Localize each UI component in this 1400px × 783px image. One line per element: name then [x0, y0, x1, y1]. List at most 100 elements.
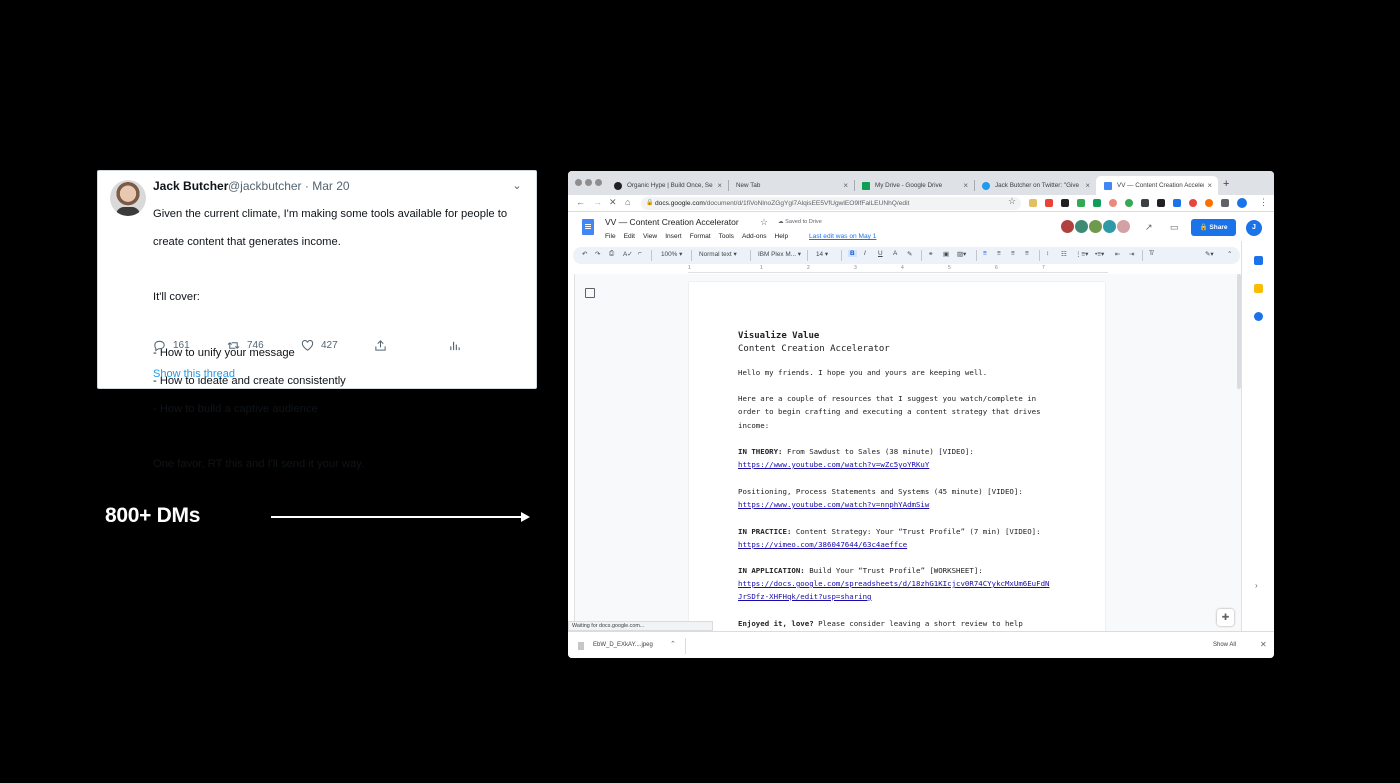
zoom-select[interactable]: 100% ▾	[661, 250, 682, 258]
calendar-icon[interactable]	[1254, 256, 1263, 265]
document-canvas[interactable]: Visualize Value Content Creation Acceler…	[568, 274, 1241, 642]
checklist-icon[interactable]: ☷	[1061, 250, 1067, 258]
increase-indent-icon[interactable]: ⇥	[1129, 250, 1134, 258]
chevron-right-icon[interactable]: ›	[1255, 581, 1258, 590]
tab-new-tab[interactable]: New Tab ×	[728, 176, 854, 195]
bulleted-list-icon[interactable]: •≡▾	[1095, 250, 1104, 258]
comment-add-icon[interactable]: ▣	[943, 250, 949, 258]
highlight-icon[interactable]: ✎	[907, 250, 912, 258]
collaborator-avatar[interactable]	[1060, 219, 1075, 234]
tab-my-drive[interactable]: My Drive - Google Drive ×	[854, 176, 974, 195]
clear-formatting-icon[interactable]: T̸	[1149, 250, 1153, 257]
font-size-select[interactable]: 14 ▾	[816, 250, 828, 258]
close-icon[interactable]: ×	[717, 181, 722, 190]
tab-docs-active[interactable]: VV — Content Creation Acceler ×	[1096, 176, 1218, 195]
align-center-icon[interactable]: ≡	[997, 250, 1001, 257]
new-tab-button[interactable]: +	[1223, 178, 1229, 190]
menu-addons[interactable]: Add-ons	[742, 233, 767, 240]
extension-icon[interactable]	[1141, 199, 1149, 207]
outline-icon[interactable]	[585, 288, 595, 298]
justify-icon[interactable]: ≡	[1025, 250, 1029, 257]
close-icon[interactable]: ×	[843, 181, 848, 190]
show-thread-link[interactable]: Show this thread	[153, 368, 235, 380]
keep-icon[interactable]	[1254, 284, 1263, 293]
tweet-author-name[interactable]: Jack Butcher	[153, 179, 228, 193]
collaborator-avatar[interactable]	[1074, 219, 1089, 234]
close-icon[interactable]: ×	[963, 181, 968, 190]
back-icon[interactable]: ←	[576, 197, 585, 207]
extension-icon[interactable]	[1189, 199, 1197, 207]
extension-icon[interactable]	[1093, 199, 1101, 207]
menu-insert[interactable]: Insert	[665, 233, 682, 240]
document-title[interactable]: VV — Content Creation Accelerator	[605, 217, 739, 227]
collapse-icon[interactable]: ⌃	[1227, 250, 1232, 258]
italic-button[interactable]: I	[864, 250, 866, 257]
extension-icon[interactable]	[1125, 199, 1133, 207]
collaborator-avatar[interactable]	[1088, 219, 1103, 234]
tab-twitter[interactable]: Jack Butcher on Twitter: "Give ×	[974, 176, 1096, 195]
align-right-icon[interactable]: ≡	[1011, 250, 1015, 257]
style-select[interactable]: Normal text ▾	[699, 250, 737, 258]
extension-icon[interactable]	[1029, 199, 1037, 207]
extension-icon[interactable]	[1157, 199, 1165, 207]
menu-file[interactable]: File	[605, 233, 616, 240]
show-all-button[interactable]: Show All	[1213, 642, 1236, 648]
download-item[interactable]: EbW_D_EXkAY....jpeg	[593, 642, 653, 648]
extension-icon[interactable]	[1173, 199, 1181, 207]
print-icon[interactable]: ⎙	[609, 250, 614, 258]
collaborator-avatar[interactable]	[1116, 219, 1131, 234]
tweet-handle-date[interactable]: @jackbutcher · Mar 20	[228, 179, 350, 193]
chevron-down-icon[interactable]: ⌄	[510, 179, 524, 193]
puzzle-icon[interactable]	[1221, 199, 1229, 207]
menu-tools[interactable]: Tools	[719, 233, 734, 240]
docs-logo-icon[interactable]	[582, 219, 594, 235]
more-icon[interactable]: ⋮	[1259, 197, 1268, 208]
chevron-up-icon[interactable]: ⌃	[670, 640, 676, 648]
numbered-list-icon[interactable]: ⋮≡▾	[1075, 250, 1088, 258]
menu-format[interactable]: Format	[690, 233, 711, 240]
comment-icon[interactable]: ▭	[1170, 222, 1179, 233]
line-spacing-icon[interactable]: ↕	[1046, 250, 1049, 257]
account-avatar[interactable]: J	[1246, 220, 1262, 236]
extension-icon[interactable]	[1205, 199, 1213, 207]
share-button[interactable]: 🔒 Share	[1191, 219, 1236, 236]
tasks-icon[interactable]	[1254, 312, 1263, 321]
tab-organic-hype[interactable]: Organic Hype | Build Once, Se ×	[606, 176, 728, 195]
extension-icon[interactable]	[1077, 199, 1085, 207]
extension-icon[interactable]	[1109, 199, 1117, 207]
profile-avatar[interactable]	[1237, 198, 1247, 208]
paint-format-icon[interactable]: ⌐	[638, 250, 642, 257]
url-field[interactable]: 🔒 docs.google.com/document/d/1fiVoNlnoZGg…	[641, 197, 1021, 210]
doc-link[interactable]: JrSDfz-XHFHqk/edit?usp=sharing	[738, 592, 872, 601]
extension-icon[interactable]	[1061, 199, 1069, 207]
collaborator-avatar[interactable]	[1102, 219, 1117, 234]
maximize-window-button[interactable]	[595, 179, 602, 186]
editing-mode-icon[interactable]: ✎▾	[1205, 250, 1214, 258]
minimize-window-button[interactable]	[585, 179, 592, 186]
close-icon[interactable]: ×	[1085, 181, 1090, 190]
like-button[interactable]: 427	[301, 339, 338, 352]
decrease-indent-icon[interactable]: ⇤	[1115, 250, 1120, 258]
redo-icon[interactable]: ↷	[595, 250, 600, 258]
retweet-button[interactable]: 746	[227, 339, 264, 352]
bookmark-star-icon[interactable]: ☆	[1008, 196, 1016, 207]
image-icon[interactable]: ▨▾	[957, 250, 966, 258]
close-window-button[interactable]	[575, 179, 582, 186]
close-icon[interactable]: ✕	[1260, 640, 1267, 649]
share-button[interactable]	[374, 339, 387, 352]
explore-button[interactable]: ✚	[1217, 609, 1234, 626]
font-select[interactable]: IBM Plex M... ▾	[758, 250, 801, 258]
last-edit-link[interactable]: Last edit was on May 1	[809, 233, 876, 240]
extension-icon[interactable]	[1045, 199, 1053, 207]
text-color-icon[interactable]: A	[893, 250, 897, 257]
analytics-button[interactable]	[448, 339, 461, 352]
doc-link[interactable]: https://www.youtube.com/watch?v=wZc5yoYR…	[738, 460, 929, 469]
spellcheck-icon[interactable]: A✓	[623, 250, 633, 258]
align-left-icon[interactable]: ≡	[983, 250, 987, 257]
document-page[interactable]: Visualize Value Content Creation Acceler…	[689, 282, 1105, 642]
menu-help[interactable]: Help	[775, 233, 789, 240]
doc-link[interactable]: https://www.youtube.com/watch?v=nnphYAdm…	[738, 500, 929, 509]
menu-edit[interactable]: Edit	[624, 233, 635, 240]
stop-icon[interactable]: ✕	[609, 197, 617, 208]
star-icon[interactable]: ☆	[760, 217, 768, 228]
